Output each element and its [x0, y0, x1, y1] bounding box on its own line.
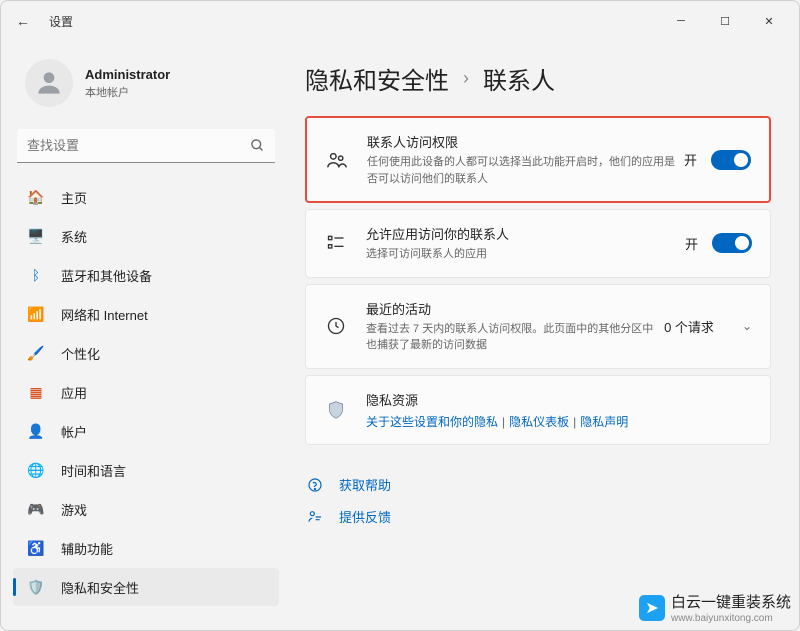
- toggle-status: 开: [685, 234, 698, 253]
- user-sub: 本地帐户: [85, 84, 170, 100]
- maximize-button[interactable]: ☐: [703, 5, 747, 37]
- sidebar-item-accounts[interactable]: 👤 帐户: [13, 412, 279, 450]
- nav-list: 🏠 主页 🖥️ 系统 ᛒ 蓝牙和其他设备 📶 网络和 Internet 🖌️ 个性化 ▦ 应用 👤 帐户 🌐…: [13, 177, 279, 620]
- user-row[interactable]: Administrator 本地帐户: [13, 51, 279, 123]
- card-recent-activity[interactable]: 最近的活动 查看过去 7 天内的联系人访问权限。此页面中的其他分区中也捕获了最新…: [305, 284, 771, 369]
- breadcrumb: 隐私和安全性 › 联系人: [305, 61, 771, 96]
- sidebar-item-label: 隐私和安全性: [61, 578, 139, 597]
- card-desc: 选择可访问联系人的应用: [366, 246, 676, 263]
- sidebar-item-bluetooth[interactable]: ᛒ 蓝牙和其他设备: [13, 256, 279, 294]
- card-title: 允许应用访问你的联系人: [366, 224, 685, 243]
- accounts-icon: 👤: [27, 422, 45, 440]
- bluetooth-icon: ᛒ: [27, 266, 45, 284]
- sidebar-item-label: 帐户: [61, 422, 87, 441]
- shield-icon: [324, 400, 348, 420]
- chevron-down-icon: ⌄: [742, 319, 752, 333]
- sidebar-item-privacy[interactable]: 🛡️ 隐私和安全性: [13, 568, 279, 606]
- card-title: 隐私资源: [366, 390, 752, 409]
- minimize-button[interactable]: ─: [659, 5, 703, 37]
- gaming-icon: 🎮: [27, 500, 45, 518]
- privacy-icon: 🛡️: [27, 578, 45, 596]
- system-icon: 🖥️: [27, 227, 45, 245]
- main-panel: 隐私和安全性 › 联系人 联系人访问权限 任何使用此设备的人都可以选择当此功能开…: [291, 41, 799, 630]
- titlebar: ← 设置 ─ ☐ ✕: [1, 1, 799, 41]
- back-button[interactable]: ←: [9, 7, 37, 35]
- sidebar-item-label: 游戏: [61, 500, 87, 519]
- accessibility-icon: ♿: [27, 539, 45, 557]
- help-label: 获取帮助: [339, 475, 391, 494]
- link-about-privacy[interactable]: 关于这些设置和你的隐私: [366, 415, 498, 429]
- sidebar-item-system[interactable]: 🖥️ 系统: [13, 217, 279, 255]
- home-icon: 🏠: [27, 188, 45, 206]
- settings-window: ← 设置 ─ ☐ ✕ Administrator 本地帐户: [0, 0, 800, 631]
- search-icon: [250, 138, 265, 158]
- request-count: 0 个请求: [664, 317, 714, 336]
- personalization-icon: 🖌️: [27, 344, 45, 362]
- sidebar-item-label: 网络和 Internet: [61, 305, 148, 324]
- chevron-right-icon: ›: [463, 68, 469, 89]
- network-icon: 📶: [27, 305, 45, 323]
- get-help-link[interactable]: 获取帮助: [305, 469, 771, 501]
- sidebar-item-label: 时间和语言: [61, 461, 126, 480]
- sidebar: Administrator 本地帐户 🏠 主页 🖥️ 系统 ᛒ 蓝牙和其他设备 📶 网络和 I…: [1, 41, 291, 630]
- card-desc: 查看过去 7 天内的联系人访问权限。此页面中的其他分区中也捕获了最新的访问数据: [366, 321, 664, 354]
- avatar: [25, 59, 73, 107]
- sidebar-item-gaming[interactable]: 🎮 游戏: [13, 490, 279, 528]
- card-title: 联系人访问权限: [367, 132, 684, 151]
- sidebar-item-label: 个性化: [61, 344, 100, 363]
- sidebar-item-label: 主页: [61, 188, 87, 207]
- sidebar-item-label: 应用: [61, 383, 87, 402]
- sidebar-item-label: 系统: [61, 227, 87, 246]
- sidebar-item-personalization[interactable]: 🖌️ 个性化: [13, 334, 279, 372]
- sidebar-item-label: 蓝牙和其他设备: [61, 266, 152, 285]
- sidebar-item-home[interactable]: 🏠 主页: [13, 178, 279, 216]
- feedback-link[interactable]: 提供反馈: [305, 501, 771, 533]
- sidebar-item-apps[interactable]: ▦ 应用: [13, 373, 279, 411]
- breadcrumb-current: 联系人: [483, 61, 555, 96]
- toggle-contacts-access[interactable]: [711, 150, 751, 170]
- toggle-app-access[interactable]: [712, 233, 752, 253]
- sidebar-item-label: 辅助功能: [61, 539, 113, 558]
- card-desc: 任何使用此设备的人都可以选择当此功能开启时，他们的应用是否可以访问他们的联系人: [367, 154, 677, 187]
- sidebar-item-time[interactable]: 🌐 时间和语言: [13, 451, 279, 489]
- sidebar-item-accessibility[interactable]: ♿ 辅助功能: [13, 529, 279, 567]
- breadcrumb-parent[interactable]: 隐私和安全性: [305, 61, 449, 96]
- close-button[interactable]: ✕: [747, 5, 791, 37]
- people-icon: [325, 149, 349, 171]
- time-icon: 🌐: [27, 461, 45, 479]
- card-privacy-resources: 隐私资源 关于这些设置和你的隐私|隐私仪表板|隐私声明: [305, 375, 771, 445]
- window-title: 设置: [49, 13, 73, 30]
- link-privacy-statement[interactable]: 隐私声明: [580, 415, 628, 429]
- search-input[interactable]: [17, 129, 275, 163]
- link-privacy-dashboard[interactable]: 隐私仪表板: [509, 415, 569, 429]
- sidebar-item-network[interactable]: 📶 网络和 Internet: [13, 295, 279, 333]
- feedback-label: 提供反馈: [339, 507, 391, 526]
- list-icon: [324, 233, 348, 253]
- apps-icon: ▦: [27, 383, 45, 401]
- user-name: Administrator: [85, 67, 170, 82]
- card-contacts-access[interactable]: 联系人访问权限 任何使用此设备的人都可以选择当此功能开启时，他们的应用是否可以访…: [305, 116, 771, 203]
- help-icon: [305, 477, 325, 493]
- toggle-status: 开: [684, 150, 697, 169]
- card-title: 最近的活动: [366, 299, 664, 318]
- card-app-access[interactable]: 允许应用访问你的联系人 选择可访问联系人的应用 开: [305, 209, 771, 278]
- feedback-icon: [305, 509, 325, 525]
- history-icon: [324, 316, 348, 336]
